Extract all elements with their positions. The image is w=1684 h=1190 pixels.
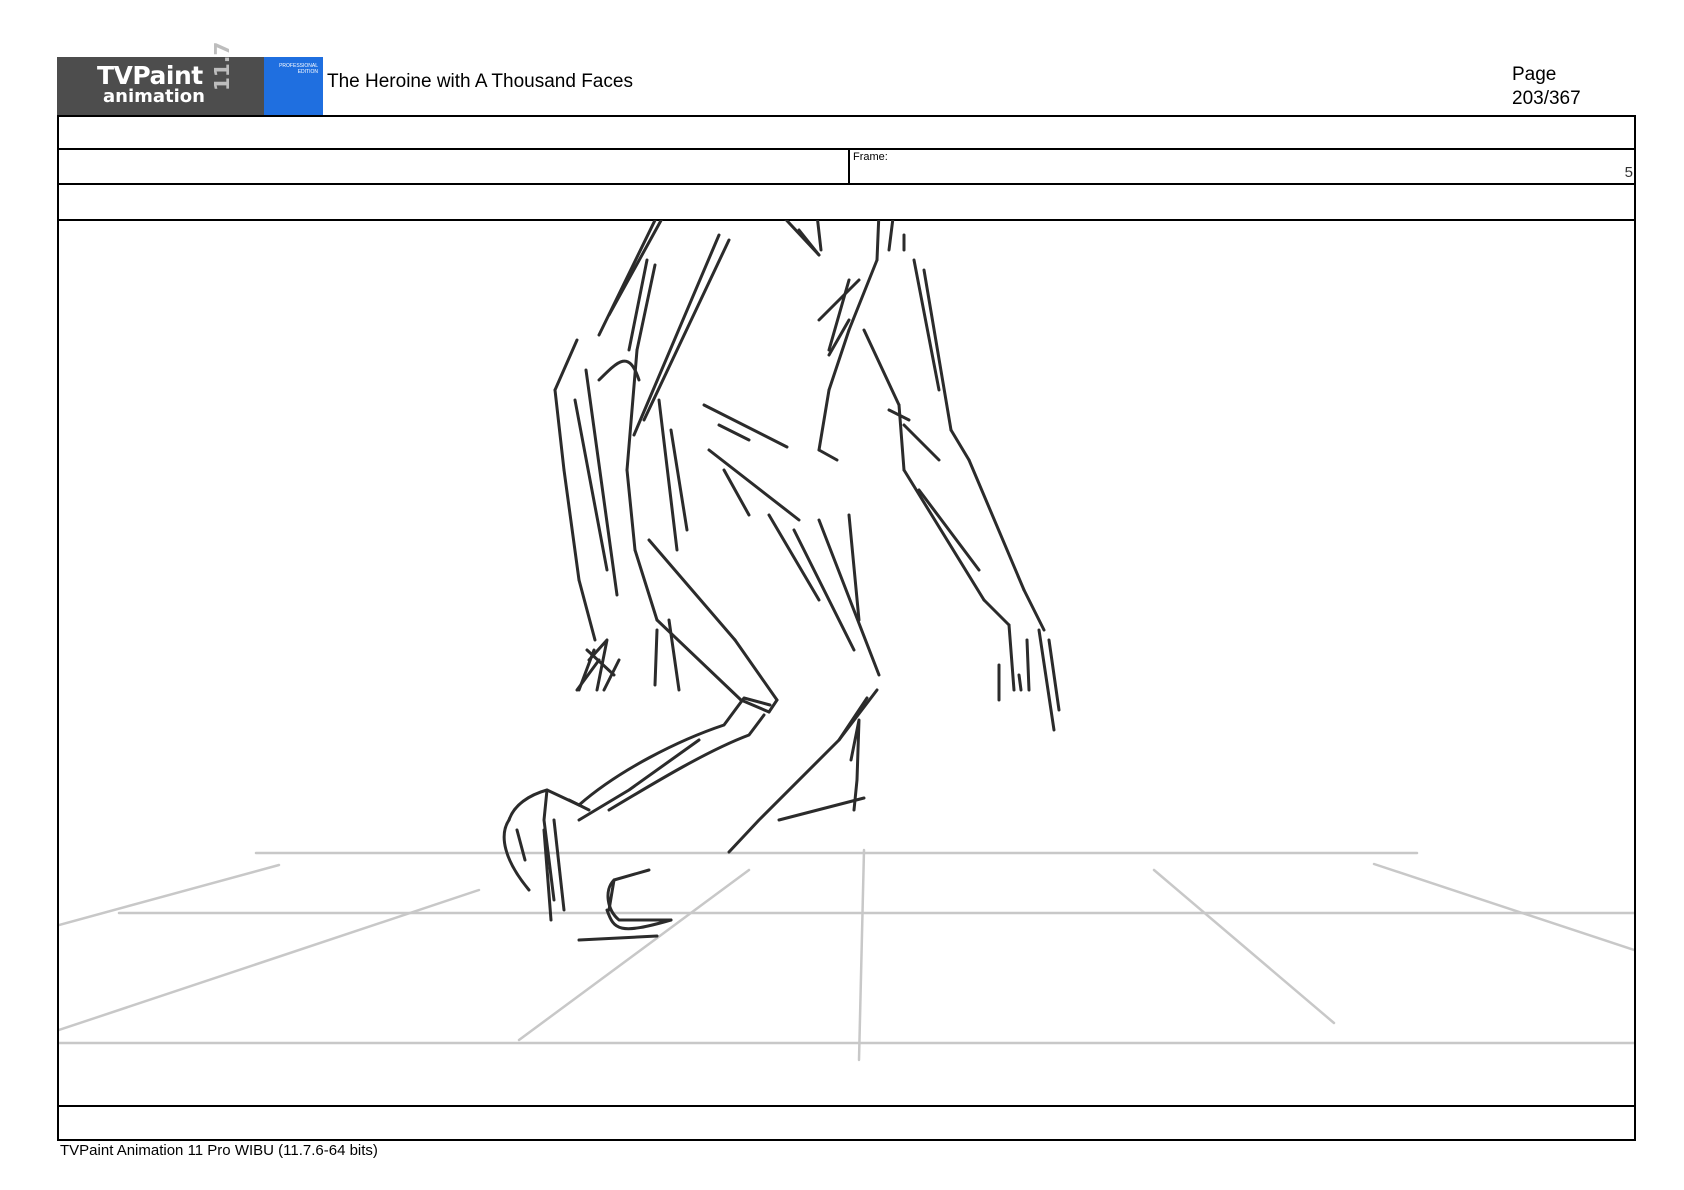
page-label: Page bbox=[1512, 64, 1557, 85]
document-title: The Heroine with A Thousand Faces bbox=[327, 71, 633, 92]
divider-line bbox=[59, 148, 1634, 150]
logo-product: animation bbox=[103, 86, 205, 107]
divider-line bbox=[59, 1105, 1634, 1107]
frame-number: 5 bbox=[1624, 164, 1633, 181]
frame-cell-divider bbox=[848, 148, 850, 183]
divider-line bbox=[59, 183, 1634, 185]
logo-edition: PROFESSIONAL EDITION bbox=[279, 63, 318, 75]
page-number: 203/367 bbox=[1512, 88, 1581, 109]
sketch-canvas bbox=[59, 220, 1634, 1062]
frame-label: Frame: bbox=[853, 151, 888, 163]
logo-version: 11.7 bbox=[210, 41, 234, 91]
footer-version: TVPaint Animation 11 Pro WIBU (11.7.6-64… bbox=[60, 1142, 378, 1159]
storyboard-sketch bbox=[59, 220, 1634, 1103]
floor-grid-guides bbox=[59, 848, 1634, 1062]
figure-sketch-strokes bbox=[502, 220, 1061, 942]
logo-dark-panel: TVPaint animation 11.7 bbox=[57, 42, 264, 115]
tvpaint-logo: TVPaint animation 11.7 PROFESSIONAL EDIT… bbox=[57, 42, 323, 115]
logo-edition-panel: PROFESSIONAL EDITION bbox=[264, 57, 323, 115]
